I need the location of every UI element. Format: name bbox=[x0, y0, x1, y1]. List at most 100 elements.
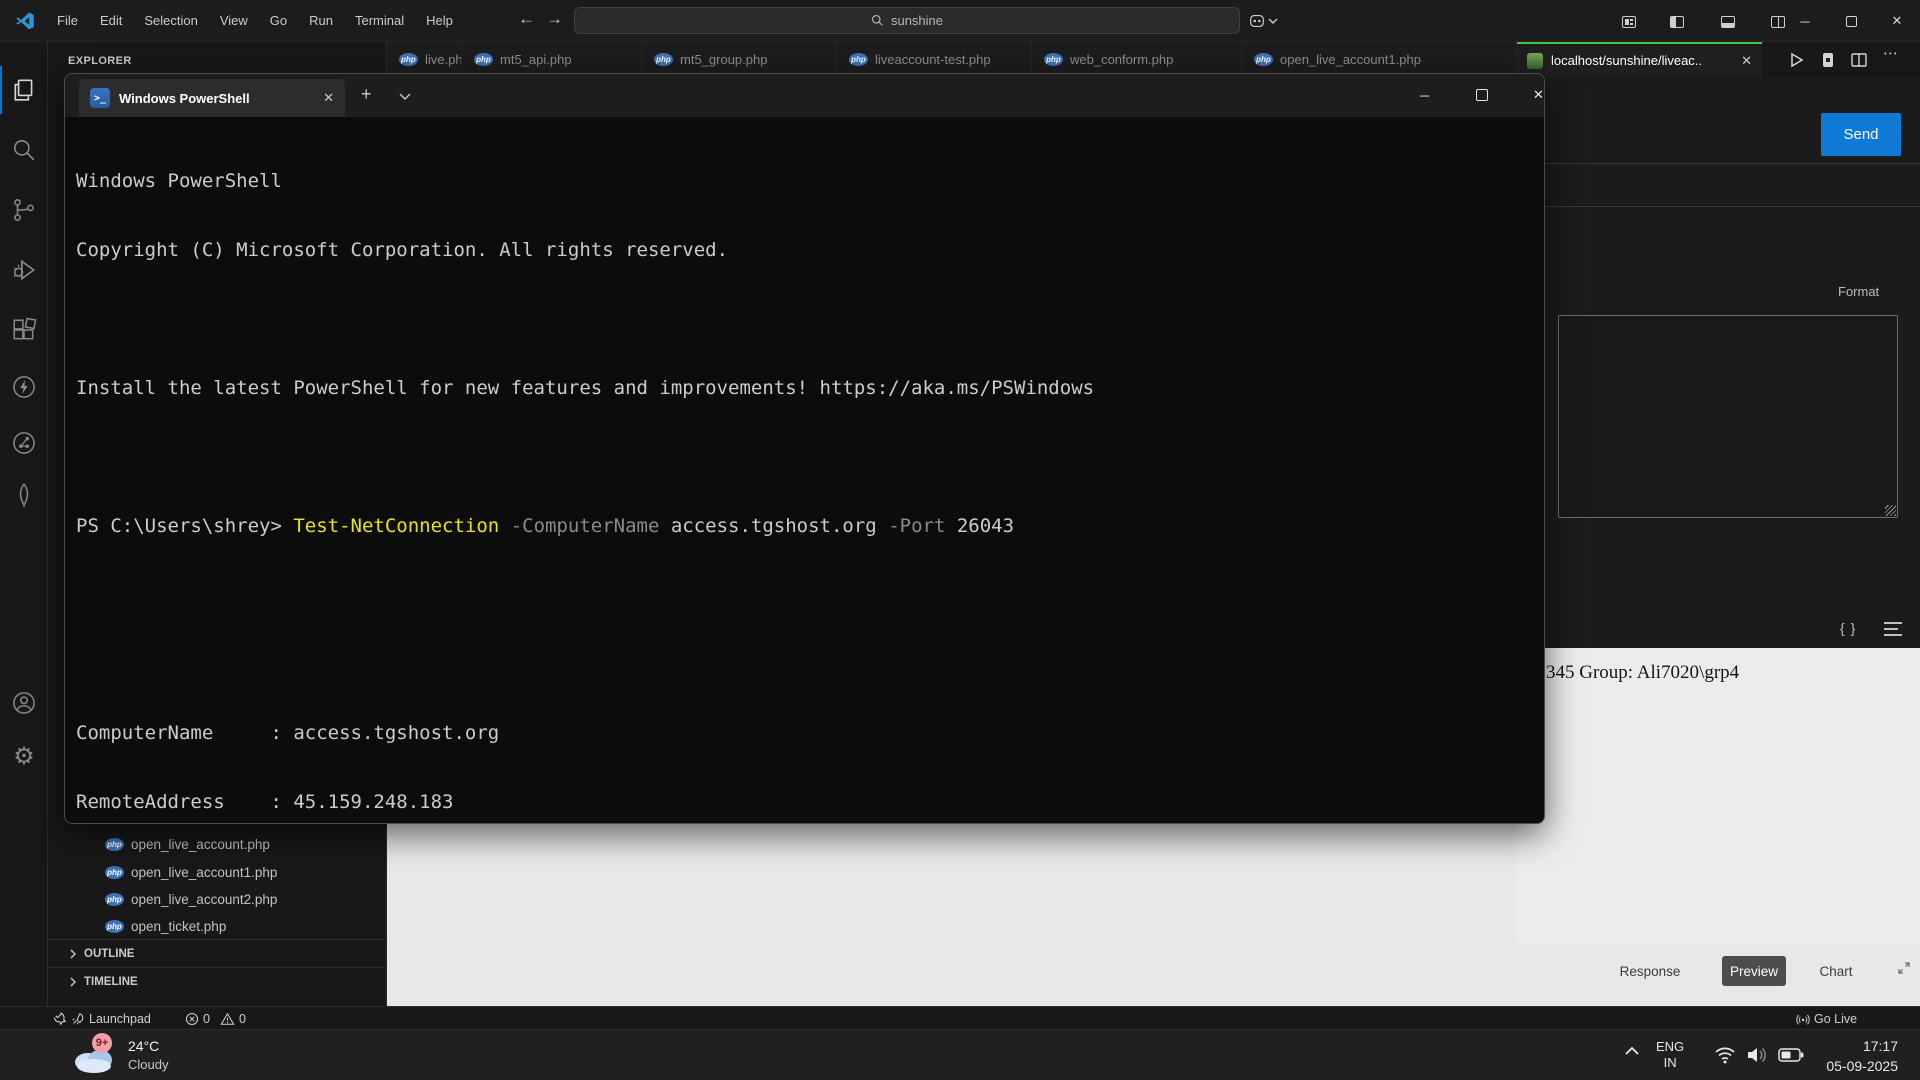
search-icon bbox=[871, 14, 884, 27]
launchpad-item[interactable]: Launchpad bbox=[52, 1007, 151, 1030]
screen: File Edit Selection View Go Run Terminal… bbox=[0, 0, 1920, 1080]
vscode-logo-icon bbox=[15, 11, 35, 31]
php-icon: php bbox=[474, 53, 493, 66]
menu-help[interactable]: Help bbox=[415, 8, 464, 34]
window-minimize-button[interactable]: ─ bbox=[1782, 0, 1828, 42]
menu-view[interactable]: View bbox=[209, 8, 259, 34]
error-count: 0 bbox=[203, 1012, 210, 1026]
weather-temp: 24°C bbox=[128, 1038, 159, 1054]
thunder-client-icon[interactable] bbox=[11, 374, 37, 400]
response-preview-text: 345 Group: Ali7020\grp4 bbox=[1546, 662, 1739, 684]
project-graph-icon[interactable] bbox=[11, 430, 37, 456]
open-in-editor-icon[interactable] bbox=[1818, 50, 1838, 70]
go-live-label: Go Live bbox=[1814, 1012, 1857, 1026]
file-open-live-account1[interactable]: phpopen_live_account1.php bbox=[48, 858, 387, 886]
active-view-indicator bbox=[0, 66, 2, 114]
options-menu-icon[interactable] bbox=[1884, 622, 1902, 640]
settings-gear-icon[interactable]: ⚙ bbox=[11, 744, 37, 770]
menu-edit[interactable]: Edit bbox=[89, 8, 133, 34]
launchpad-label: Launchpad bbox=[89, 1012, 151, 1026]
source-control-icon[interactable] bbox=[11, 197, 37, 223]
file-open-live-account2[interactable]: phpopen_live_account2.php bbox=[48, 885, 387, 913]
php-icon: php bbox=[399, 53, 418, 66]
php-icon: php bbox=[1254, 53, 1273, 66]
php-icon: php bbox=[105, 893, 124, 906]
tab-response[interactable]: Response bbox=[1606, 956, 1694, 986]
divider bbox=[1517, 206, 1920, 207]
json-braces-icon[interactable]: { } bbox=[1840, 620, 1856, 636]
window-maximize-button[interactable] bbox=[1828, 0, 1874, 42]
go-live-item[interactable]: Go Live bbox=[1796, 1007, 1857, 1030]
php-icon: php bbox=[849, 53, 868, 66]
tab-close-icon[interactable]: ✕ bbox=[1741, 53, 1752, 69]
outline-section[interactable]: OUTLINE bbox=[48, 939, 387, 967]
menu-go[interactable]: Go bbox=[259, 8, 298, 34]
warning-icon bbox=[220, 1012, 235, 1026]
terminal-tab-close-icon[interactable]: ✕ bbox=[323, 90, 334, 106]
php-icon: php bbox=[105, 920, 124, 933]
remote-explorer-icon[interactable] bbox=[1248, 12, 1266, 30]
menu-terminal[interactable]: Terminal bbox=[344, 8, 415, 34]
customize-layout-icon[interactable] bbox=[1622, 16, 1636, 28]
wifi-icon[interactable] bbox=[1714, 1046, 1736, 1064]
command-name: Test-NetConnection bbox=[293, 515, 499, 537]
menu-selection[interactable]: Selection bbox=[133, 8, 208, 34]
new-tab-icon[interactable]: + bbox=[361, 84, 372, 105]
browser-preview-tab[interactable]: localhost/sunshine/liveac.. ✕ bbox=[1517, 42, 1762, 77]
extensions-icon[interactable] bbox=[11, 317, 37, 343]
explorer-icon[interactable] bbox=[11, 77, 37, 103]
tray-time: 17:17 bbox=[1770, 1036, 1898, 1056]
terminal-tab[interactable]: >_ Windows PowerShell ✕ bbox=[79, 79, 345, 117]
tab-preview[interactable]: Preview bbox=[1722, 956, 1786, 986]
editor-tab[interactable]: phplive.php bbox=[387, 42, 462, 77]
tab-dropdown-icon[interactable] bbox=[399, 92, 411, 101]
search-input[interactable]: sunshine bbox=[574, 7, 1240, 34]
weather-widget[interactable]: 9+ 24°C Cloudy bbox=[8, 1033, 228, 1078]
editor-tab[interactable]: phpmt5_api.php bbox=[462, 42, 642, 77]
terminal-minimize-button[interactable]: ─ bbox=[1401, 74, 1448, 116]
chevron-right-icon bbox=[68, 977, 78, 987]
terminal-close-button[interactable]: ✕ bbox=[1515, 74, 1545, 116]
language-indicator[interactable]: ENGIN bbox=[1656, 1039, 1684, 1071]
tray-chevron-up-icon[interactable] bbox=[1624, 1046, 1640, 1056]
chevron-down-icon[interactable] bbox=[1268, 17, 1278, 25]
problems-item[interactable]: 0 0 bbox=[185, 1007, 246, 1030]
editor-tab[interactable]: phpmt5_group.php bbox=[642, 42, 837, 77]
browser-tab-label: localhost/sunshine/liveac.. bbox=[1551, 53, 1702, 68]
nav-forward-icon[interactable]: → bbox=[546, 9, 563, 29]
weather-condition: Cloudy bbox=[128, 1057, 168, 1072]
taskbar: 9+ 24°C Cloudy X bbox=[0, 1029, 1920, 1080]
more-actions-icon[interactable]: ⋯ bbox=[1881, 44, 1901, 64]
divider bbox=[1517, 163, 1920, 164]
mongodb-icon[interactable] bbox=[11, 482, 37, 508]
menu-run[interactable]: Run bbox=[298, 8, 344, 34]
request-body-textarea[interactable] bbox=[1558, 315, 1898, 518]
editor-tab[interactable]: phpliveaccount-test.php bbox=[837, 42, 1032, 77]
file-open-live-account[interactable]: phpopen_live_account.php bbox=[48, 830, 387, 858]
menu-file[interactable]: File bbox=[46, 8, 89, 34]
php-icon: php bbox=[1044, 53, 1063, 66]
expand-panel-icon[interactable] bbox=[1896, 960, 1912, 976]
terminal-output: Windows PowerShell Copyright (C) Microso… bbox=[76, 124, 1094, 824]
search-view-icon[interactable] bbox=[11, 137, 37, 163]
toggle-sidebar-icon[interactable] bbox=[1670, 16, 1684, 28]
run-request-icon[interactable] bbox=[1786, 50, 1806, 70]
nav-back-icon[interactable]: ← bbox=[518, 9, 535, 29]
send-button[interactable]: Send bbox=[1821, 113, 1901, 156]
account-icon[interactable] bbox=[11, 690, 37, 716]
file-open-ticket[interactable]: phpopen_ticket.php bbox=[48, 912, 387, 940]
format-button[interactable]: Format bbox=[1838, 284, 1879, 299]
terminal-maximize-button[interactable] bbox=[1458, 74, 1505, 116]
editor-tab[interactable]: phpopen_live_account1.php bbox=[1242, 42, 1517, 77]
tab-chart[interactable]: Chart bbox=[1808, 956, 1864, 986]
split-editor-icon[interactable] bbox=[1849, 50, 1869, 70]
clock[interactable]: 17:17 05-09-2025 bbox=[1770, 1036, 1898, 1076]
window-close-button[interactable]: ✕ bbox=[1874, 0, 1920, 42]
toggle-panel-icon[interactable] bbox=[1721, 16, 1735, 28]
volume-icon[interactable] bbox=[1746, 1046, 1768, 1064]
chevron-right-icon bbox=[68, 949, 78, 959]
editor-tabstrip: phplive.php phpmt5_api.php phpmt5_group.… bbox=[387, 42, 1517, 77]
editor-tab[interactable]: phpweb_conform.php bbox=[1032, 42, 1242, 77]
run-debug-icon[interactable] bbox=[11, 257, 37, 283]
timeline-section[interactable]: TIMELINE bbox=[48, 967, 387, 995]
